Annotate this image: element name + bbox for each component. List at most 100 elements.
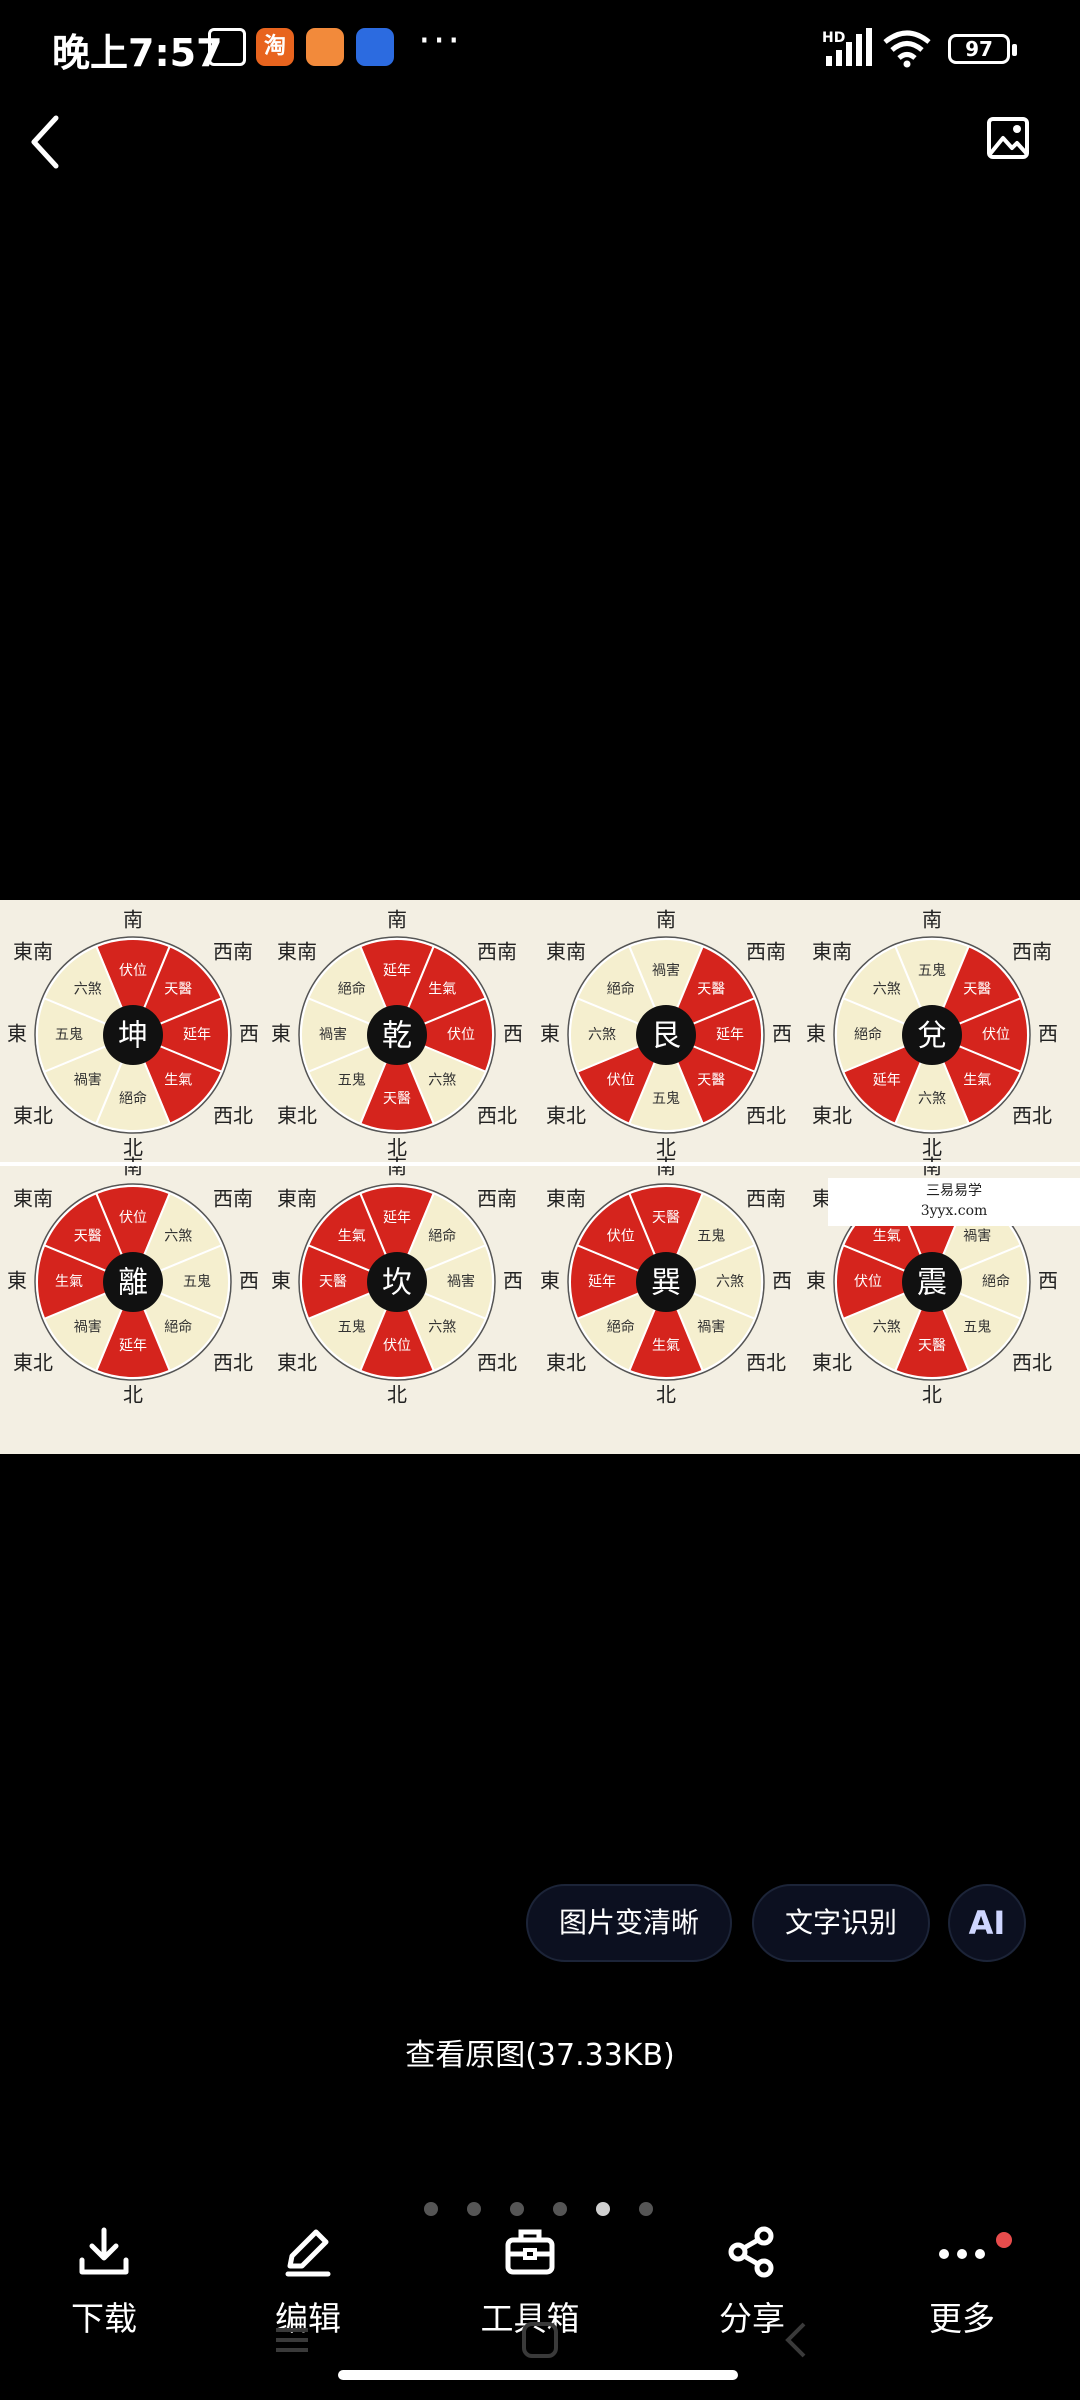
bagua-wheel: 延年絕命禍害六煞伏位 五鬼 天醫 生氣坎 南北 東 西 東南 西南東北 西北 [271, 1155, 523, 1407]
direction-label: 南 [123, 908, 143, 932]
bagua-wheel: 伏位六煞五鬼絕命延年 禍害 生氣 天醫離 南北 東 西 東南 西南東北 西北 [7, 1155, 259, 1407]
direction-label: 東南 [277, 1187, 317, 1211]
sector-label: 伏位 [854, 1274, 882, 1290]
sector-label: 天醫 [963, 982, 991, 998]
sector-label: 禍害 [652, 963, 680, 979]
sector-label: 絕命 [428, 1228, 456, 1245]
sector-label: 生氣 [164, 1072, 192, 1088]
page-dot [424, 2202, 438, 2216]
more-icon [939, 2249, 985, 2259]
recents-nav-icon[interactable] [272, 2320, 312, 2360]
bagua-wheels-figure: 伏位天醫延年生氣絕命禍害五鬼六煞坤南北東 西東南 西南東北 西北延年生氣伏位六煞天醫五… [0, 908, 1080, 1407]
direction-label: 西南 [213, 940, 253, 964]
share-icon [728, 2226, 774, 2278]
page-dot [553, 2202, 567, 2216]
direction-label: 西北 [213, 1351, 253, 1375]
sector-label: 延年 [119, 1338, 147, 1354]
sector-label: 六煞 [918, 1091, 946, 1107]
bagua-wheel: 伏位天醫延年生氣絕命禍害五鬼六煞坤南北東 西東南 西南東北 西北 [7, 908, 259, 1160]
direction-label: 南 [922, 1155, 942, 1179]
direction-label: 東北 [812, 1104, 852, 1128]
sector-label: 天醫 [164, 982, 192, 998]
ai-button[interactable]: AI [948, 1884, 1026, 1962]
sector-label: 生氣 [428, 982, 456, 998]
direction-label: 東 [540, 1269, 560, 1293]
sector-label: 禍害 [697, 1319, 725, 1335]
trigram-label: 坎 [382, 1266, 412, 1301]
gallery-icon[interactable] [986, 116, 1030, 160]
direction-label: 西 [503, 1022, 523, 1046]
svg-text:AI: AI [969, 1904, 1006, 1942]
direction-label: 東 [806, 1022, 826, 1046]
ocr-button[interactable]: 文字识别 [752, 1884, 930, 1962]
sector-label: 生氣 [652, 1338, 680, 1354]
direction-label: 東北 [546, 1351, 586, 1375]
direction-label: 東北 [546, 1104, 586, 1128]
sector-label: 六煞 [74, 982, 102, 998]
sector-label: 六煞 [588, 1027, 616, 1043]
direction-label: 東 [7, 1269, 27, 1293]
direction-label: 西北 [477, 1104, 517, 1128]
sector-label: 生氣 [55, 1274, 83, 1290]
direction-label: 西南 [213, 1187, 253, 1211]
download-label: 下载 [71, 2299, 137, 2338]
sector-label: 延年 [183, 1027, 211, 1043]
sector-label: 伏位 [383, 1338, 411, 1354]
trigram-label: 乾 [382, 1019, 412, 1054]
more-label: 更多 [929, 2299, 995, 2338]
sector-label: 五鬼 [697, 1229, 725, 1245]
sector-label: 伏位 [982, 1027, 1010, 1043]
image-divider [0, 1162, 1080, 1166]
sector-label: 延年 [716, 1027, 744, 1043]
direction-label: 西北 [1012, 1104, 1052, 1128]
direction-label: 北 [656, 1383, 676, 1407]
more-button[interactable]: 更多 [882, 2224, 1042, 2340]
sector-label: 伏位 [119, 1210, 147, 1226]
sector-label: 五鬼 [338, 1319, 366, 1335]
direction-label: 西南 [477, 1187, 517, 1211]
watermark-line2: 3yyx.com [920, 1203, 988, 1219]
trigram-label: 震 [917, 1266, 947, 1301]
trigram-label: 離 [118, 1266, 148, 1301]
direction-label: 西南 [477, 940, 517, 964]
sector-label: 五鬼 [183, 1274, 211, 1290]
page-dot [510, 2202, 524, 2216]
direction-label: 南 [656, 1155, 676, 1179]
sector-label: 六煞 [873, 1319, 901, 1335]
sector-label: 六煞 [428, 1072, 456, 1088]
trigram-label: 兌 [917, 1019, 947, 1054]
direction-label: 東南 [812, 940, 852, 964]
direction-label: 東 [540, 1022, 560, 1046]
sector-label: 六煞 [716, 1274, 744, 1290]
direction-label: 東北 [13, 1104, 53, 1128]
direction-label: 南 [656, 908, 676, 932]
sector-label: 天醫 [319, 1274, 347, 1290]
direction-label: 西 [772, 1022, 792, 1046]
home-nav-icon[interactable] [520, 2320, 560, 2360]
sector-label: 絕命 [982, 1273, 1010, 1290]
direction-label: 東 [806, 1269, 826, 1293]
ai-icon: AI [969, 1904, 1006, 1942]
back-nav-icon[interactable] [776, 2320, 816, 2360]
direction-label: 南 [123, 1155, 143, 1179]
sector-label: 絕命 [338, 981, 366, 998]
watermark: 三易易学 3yyx.com [828, 1178, 1080, 1226]
signal-icon: HD [822, 28, 872, 66]
enhance-image-button[interactable]: 图片变清晰 [526, 1884, 732, 1962]
sector-label: 伏位 [447, 1027, 475, 1043]
back-arrow-icon[interactable] [26, 112, 66, 172]
direction-label: 東 [271, 1022, 291, 1046]
home-indicator[interactable] [338, 2370, 738, 2380]
sector-label: 伏位 [607, 1229, 635, 1245]
view-original-link[interactable]: 查看原图(37.33KB) [0, 2030, 1080, 2074]
watermark-line1: 三易易学 [926, 1183, 982, 1199]
page-dot [467, 2202, 481, 2216]
sector-label: 六煞 [873, 982, 901, 998]
sector-label: 絕命 [607, 1318, 635, 1335]
download-button[interactable]: 下载 [24, 2224, 184, 2340]
main-image[interactable]: 伏位 天醫 延年 生氣 絕命 禍害 五鬼 六煞坤南北東西東南 西南 東北 西北 延年 生氣 伏位 六煞 天醫五… [0, 900, 1080, 1454]
page-dot-active [596, 2202, 610, 2216]
direction-label: 東南 [546, 1187, 586, 1211]
sector-label: 延年 [588, 1274, 616, 1290]
download-icon [79, 2227, 129, 2275]
